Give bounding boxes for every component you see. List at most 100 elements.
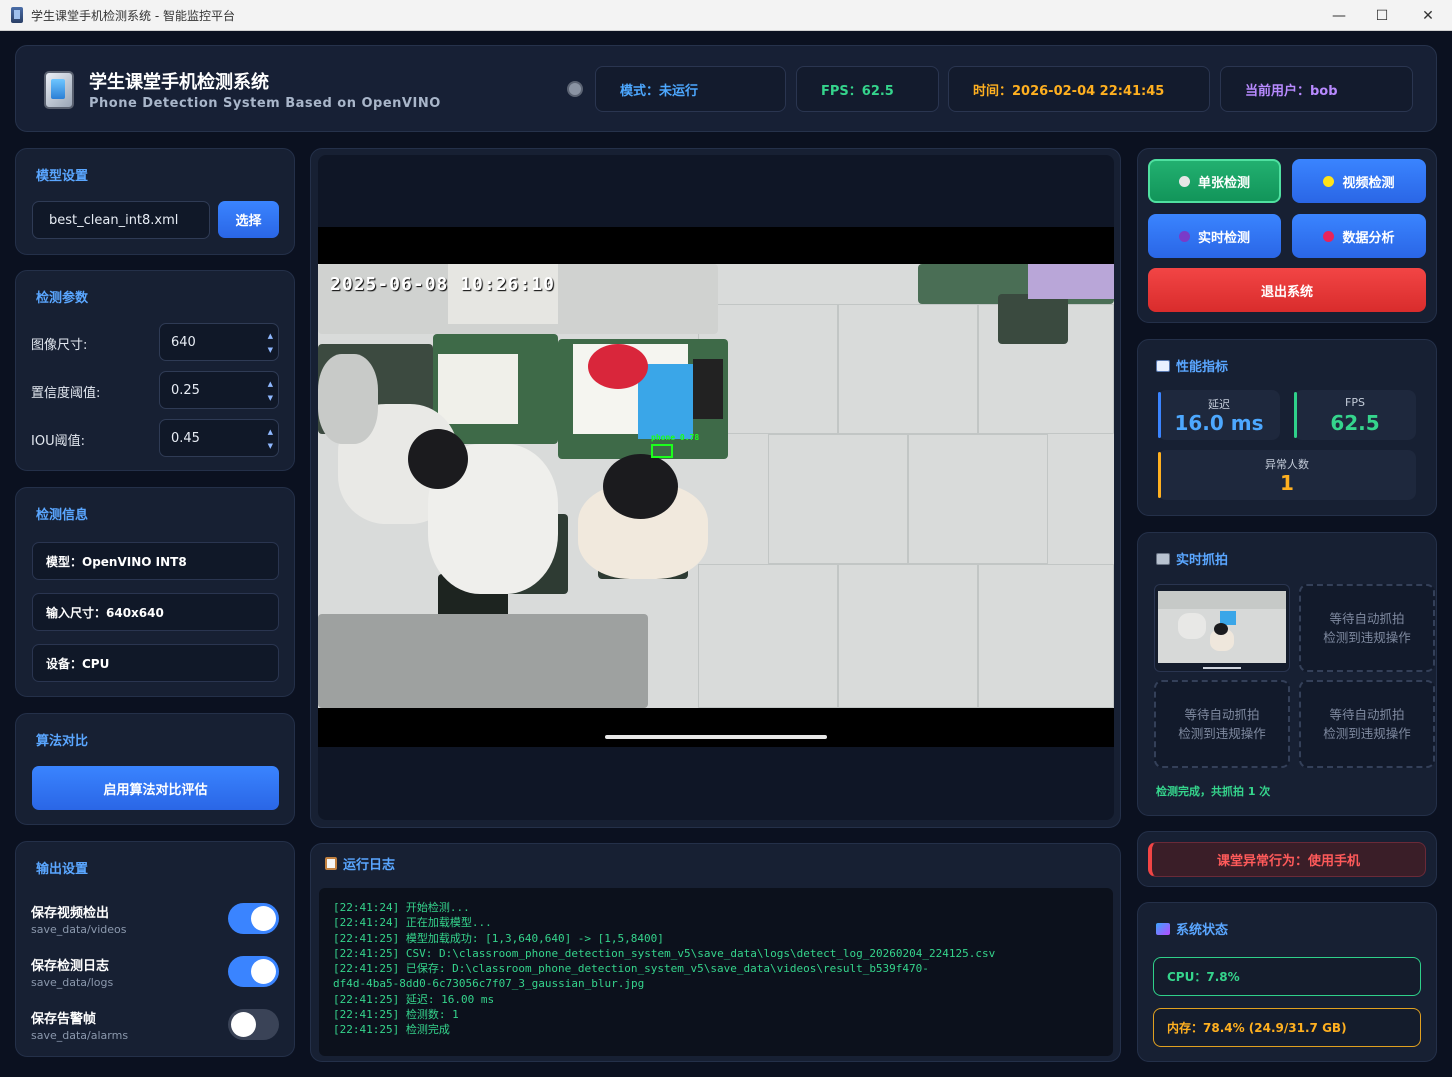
video-timestamp: 2025-06-08 10:26:10 [330,274,555,295]
alert-panel: 课堂异常行为：使用手机 [1137,831,1437,887]
performance-title-text: 性能指标 [1176,360,1229,375]
dot-icon [1178,230,1190,242]
system-status-title-text: 系统状态 [1176,923,1229,938]
snapshots-title: 实时抓拍 [1156,549,1228,568]
data-analysis-label: 数据分析 [1342,230,1395,246]
performance-title: 性能指标 [1156,356,1228,375]
classroom-frame: 2025-06-08 10:26:10 phone 0.78 [318,264,1114,708]
img-size-value: 640 [171,334,196,350]
algo-compare-panel: 算法对比 启用算法对比评估 [15,713,295,825]
iou-label: IOU阈值: [31,434,85,449]
cpu-usage: CPU：7.8% [1153,957,1421,996]
save-log-path: save_data/logs [31,976,114,989]
conf-spinbox[interactable]: 0.25 ▲ ▼ [159,371,279,409]
waiting-line1: 等待自动抓拍 [1329,707,1405,722]
save-alarm-label: 保存告警帧 [31,1012,97,1027]
toggle-knob [231,1012,256,1037]
single-detect-button[interactable]: 单张检测 [1148,159,1281,203]
actions-panel: 单张检测 视频检测 实时检测 数据分析 退出系统 [1137,148,1437,323]
snapshot-status: 检测完成，共抓拍 1 次 [1156,785,1271,798]
algo-compare-button[interactable]: 启用算法对比评估 [32,766,279,810]
snapshots-title-text: 实时抓拍 [1176,553,1229,568]
fps-metric: FPS 62.5 [1294,390,1416,440]
dot-icon [1323,230,1335,242]
app-subtitle: Phone Detection System Based on OpenVINO [89,96,441,111]
status-indicator-icon [567,81,583,97]
maximize-button[interactable]: ☐ [1359,0,1405,31]
chart-icon [1156,360,1170,372]
camera-icon [1156,553,1170,565]
save-video-toggle[interactable] [228,903,279,934]
detection-box [651,444,673,458]
detect-info-panel: 检测信息 模型：OpenVINO INT8 输入尺寸：640x640 设备：CP… [15,487,295,697]
detect-params-title: 检测参数 [36,291,89,306]
save-alarm-toggle[interactable] [228,1009,279,1040]
model-settings-panel: 模型设置 best_clean_int8.xml 选择 [15,148,295,255]
video-display[interactable]: 2025-06-08 10:26:10 phone 0.78 [318,155,1114,820]
abnormal-metric: 异常人数 1 [1158,450,1416,500]
close-button[interactable]: ✕ [1405,0,1451,31]
fps-value: 62.5 [1330,411,1380,435]
exit-button[interactable]: 退出系统 [1148,268,1426,312]
img-size-spinbox[interactable]: 640 ▲ ▼ [159,323,279,361]
snapshots-panel: 实时抓拍 等待自动抓拍 检测到违规操作 等待自动抓拍 检测到违规操作 等待自动抓… [1137,532,1437,816]
model-info: 模型：OpenVINO INT8 [32,542,279,580]
snapshot-placeholder: 等待自动抓拍 检测到违规操作 [1299,680,1435,768]
output-settings-panel: 输出设置 保存视频检出 save_data/videos 保存检测日志 save… [15,841,295,1057]
img-size-label: 图像尺寸: [31,338,88,353]
log-title-text: 运行日志 [343,858,396,873]
window-title: 学生课堂手机检测系统 - 智能监控平台 [31,8,235,23]
monitor-icon [1156,923,1170,935]
detect-params-panel: 检测参数 图像尺寸: 640 ▲ ▼ 置信度阈值: 0.25 ▲ ▼ IOU阈值: … [15,270,295,471]
realtime-detect-label: 实时检测 [1197,230,1250,246]
spin-arrows-icon[interactable]: ▲ ▼ [268,377,273,405]
iou-spinbox[interactable]: 0.45 ▲ ▼ [159,419,279,457]
app-title: 学生课堂手机检测系统 [89,72,269,93]
abnormal-value: 1 [1280,471,1294,495]
snapshot-image [1158,591,1286,663]
model-file-input[interactable]: best_clean_int8.xml [32,201,210,239]
save-log-label: 保存检测日志 [31,959,110,974]
waiting-line2: 检测到违规操作 [1323,630,1411,645]
alert-message: 课堂异常行为：使用手机 [1148,842,1426,877]
save-alarm-path: save_data/alarms [31,1029,129,1042]
clipboard-icon [325,857,337,870]
input-size-info: 输入尺寸：640x640 [32,593,279,631]
spin-arrows-icon[interactable]: ▲ ▼ [268,425,273,453]
waiting-line2: 检测到违规操作 [1323,726,1411,741]
video-detect-button[interactable]: 视频检测 [1292,159,1426,203]
waiting-line2: 检测到违规操作 [1178,726,1266,741]
save-video-path: save_data/videos [31,923,127,936]
memory-usage: 内存：78.4% (24.9/31.7 GB) [1153,1008,1421,1047]
spin-arrows-icon[interactable]: ▲ ▼ [268,329,273,357]
device-info: 设备：CPU [32,644,279,682]
detection-label: phone 0.78 [651,433,700,442]
latency-value: 16.0 ms [1174,411,1264,435]
window-titlebar: 学生课堂手机检测系统 - 智能监控平台 — ☐ ✕ [0,0,1452,31]
output-settings-title: 输出设置 [36,862,89,877]
video-detect-label: 视频检测 [1342,175,1395,191]
single-detect-label: 单张检测 [1197,175,1250,191]
algo-compare-title: 算法对比 [36,734,89,749]
mode-status: 模式：未运行 [595,66,786,112]
app-header: 学生课堂手机检测系统 Phone Detection System Based … [15,45,1437,132]
minimize-button[interactable]: — [1316,0,1362,31]
save-log-toggle[interactable] [228,956,279,987]
log-panel: 运行日志 [22:41:24] 开始检测... [22:41:24] 正在加载模… [310,843,1121,1062]
log-output[interactable]: [22:41:24] 开始检测... [22:41:24] 正在加载模型... … [319,888,1113,1056]
system-status-title: 系统状态 [1156,919,1228,938]
video-progress-bar[interactable] [605,735,827,739]
toggle-knob [251,906,276,931]
conf-label: 置信度阈值: [31,386,101,401]
realtime-detect-button[interactable]: 实时检测 [1148,214,1281,258]
data-analysis-button[interactable]: 数据分析 [1292,214,1426,258]
waiting-line1: 等待自动抓拍 [1329,611,1405,626]
phone-logo-icon [44,71,74,109]
snapshot-placeholder: 等待自动抓拍 检测到违规操作 [1299,584,1435,672]
toggle-knob [251,959,276,984]
system-status-panel: 系统状态 CPU：7.8% 内存：78.4% (24.9/31.7 GB) [1137,902,1437,1062]
snapshot-thumbnail[interactable] [1154,584,1290,672]
select-model-button[interactable]: 选择 [218,201,279,238]
conf-value: 0.25 [171,382,200,398]
dot-icon [1178,175,1190,187]
